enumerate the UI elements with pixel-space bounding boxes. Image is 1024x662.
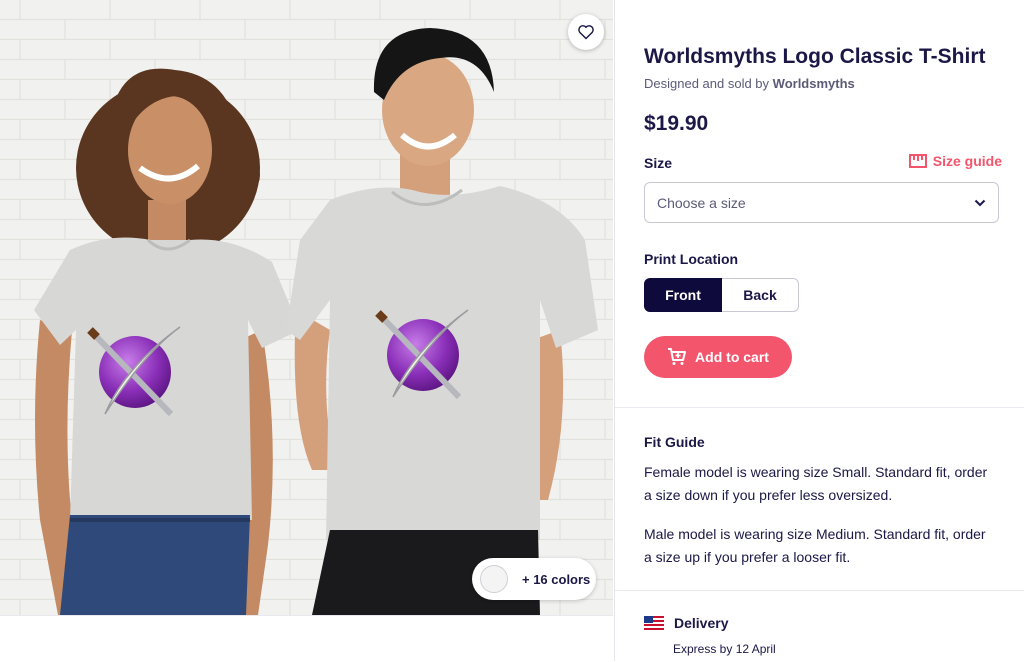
cart-plus-icon [668,348,687,365]
divider [615,590,1024,591]
fit-guide-male: Male model is wearing size Medium. Stand… [644,526,986,565]
seller-byline: Designed and sold by Worldsmyths [644,76,855,91]
product-image[interactable]: + 16 colors [0,0,613,615]
print-back-option[interactable]: Back [722,278,799,312]
add-to-cart-label: Add to cart [695,349,769,365]
favorite-button[interactable] [568,14,604,50]
product-title: Worldsmyths Logo Classic T-Shirt [644,45,986,68]
fit-guide-title: Fit Guide [644,434,705,450]
print-location-toggle: Front Back [644,278,799,312]
more-colors-label: + 16 colors [522,571,591,587]
divider [615,407,1024,408]
print-location-label: Print Location [644,251,739,267]
seller-link[interactable]: Worldsmyths [773,76,855,91]
delivery-estimate: Express by 12 April [673,642,776,656]
product-price: $19.90 [644,112,709,135]
chevron-down-icon [974,199,986,206]
color-swatch [480,565,508,593]
size-label: Size [644,155,673,171]
image-footer [0,615,613,662]
size-guide-link[interactable]: Size guide [908,153,1002,169]
byline-prefix: Designed and sold by [644,76,770,91]
us-flag-icon [644,616,664,630]
delivery-title: Delivery [674,615,729,631]
size-select-placeholder: Choose a size [657,194,746,211]
fit-guide-female: Female model is wearing size Small. Stan… [644,464,988,503]
ruler-icon [908,154,927,168]
more-colors-button[interactable]: + 16 colors [472,558,596,600]
add-to-cart-button[interactable]: Add to cart [644,336,792,378]
delivery-heading: Delivery [644,615,728,631]
product-photo [0,0,613,615]
product-details-panel: Worldsmyths Logo Classic T-Shirt Designe… [614,0,1024,661]
size-select[interactable]: Choose a size [644,182,999,223]
heart-icon [578,25,594,40]
print-front-option[interactable]: Front [644,278,722,312]
size-guide-label: Size guide [932,153,1002,169]
